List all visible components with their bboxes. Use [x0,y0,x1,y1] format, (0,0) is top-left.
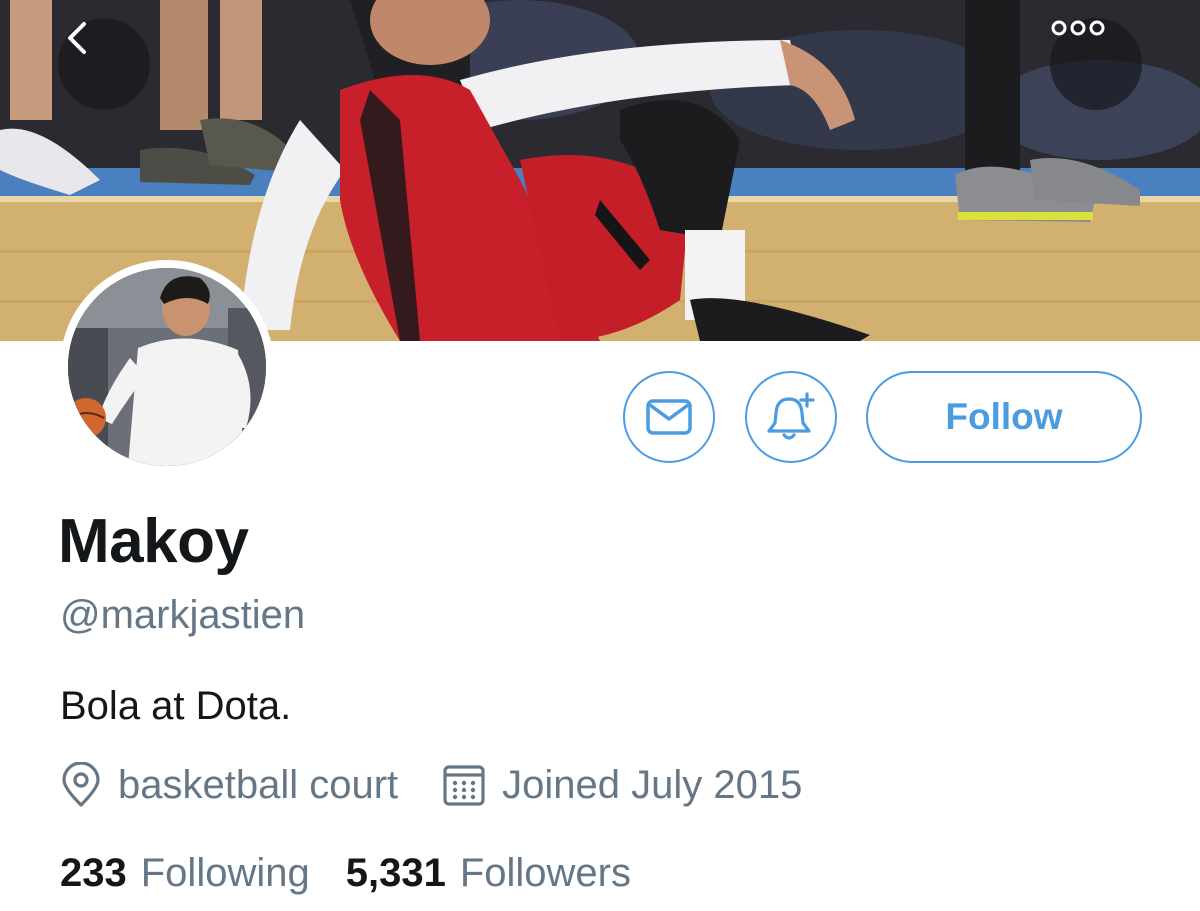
notifications-button[interactable] [745,371,837,463]
joined-item: Joined July 2015 [442,763,802,808]
avatar-photo [68,268,266,466]
location-text: basketball court [118,762,399,807]
back-button[interactable] [58,18,150,110]
joined-date-text: Joined July 2015 [502,762,803,807]
profile-page: Follow Makoy @markjastien Bola at Dota. … [0,0,1200,911]
profile-avatar[interactable] [60,260,274,474]
profile-meta: basketball court Joined July 2015 [60,758,802,812]
more-options-button[interactable] [1050,18,1142,110]
follow-stats: 233 Following 5,331 Followers [60,846,631,900]
bio-text: Bola at Dota. [60,684,292,728]
location-item: basketball court [60,762,398,808]
display-name: Makoy [58,507,249,576]
chevron-left-icon [68,22,86,54]
user-handle: @markjastien [60,593,306,637]
followers-link[interactable]: 5,331 Followers [346,851,631,896]
more-horizontal-icon [1051,20,1105,36]
bell-plus-icon [767,392,815,440]
followers-label: Followers [459,850,631,895]
map-pin-icon [62,762,100,807]
following-link[interactable]: 233 Following [60,851,310,896]
direct-message-button[interactable] [623,371,715,463]
envelope-icon [646,399,692,435]
follow-button[interactable]: Follow [866,371,1142,463]
following-label: Following [140,850,310,895]
calendar-icon [443,765,485,806]
followers-count: 5,331 [345,850,446,895]
following-count: 233 [60,850,127,895]
